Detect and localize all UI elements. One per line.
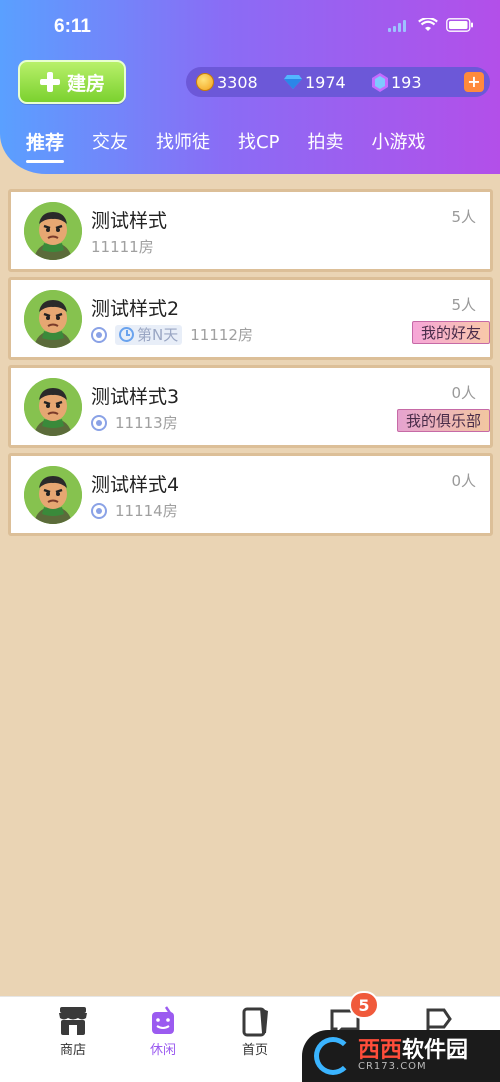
message-badge: 5 bbox=[349, 991, 379, 1019]
avatar bbox=[24, 202, 82, 260]
room-user-count: 5人 bbox=[451, 296, 476, 314]
coin-balance: 3308 bbox=[196, 73, 284, 92]
diamond-balance: 1974 bbox=[284, 73, 372, 92]
room-type-icon bbox=[91, 326, 107, 343]
tab-mini-games[interactable]: 小游戏 bbox=[371, 128, 425, 154]
avatar bbox=[24, 466, 82, 524]
category-tabs: 推荐 交友 找师徒 找CP 拍卖 小游戏 bbox=[26, 128, 453, 163]
watermark-text: 西西软件园 CR173.COM bbox=[358, 1039, 468, 1073]
watermark-icon bbox=[314, 1037, 352, 1075]
room-type-icon bbox=[91, 502, 107, 519]
tab-recommend[interactable]: 推荐 bbox=[26, 128, 65, 163]
room-meta: 11114房 bbox=[91, 500, 178, 521]
room-card[interactable]: 测试样式4 0人 11114房 bbox=[8, 453, 493, 536]
nav-home-label: 首页 bbox=[241, 1043, 268, 1058]
home-icon bbox=[238, 1005, 272, 1037]
room-meta: 第N天 11112房 bbox=[91, 324, 253, 345]
room-title: 测试样式2 bbox=[91, 298, 180, 320]
tab-auction[interactable]: 拍卖 bbox=[307, 128, 343, 154]
battery-icon bbox=[446, 17, 474, 36]
nav-shop[interactable]: 商店 bbox=[43, 1005, 103, 1058]
build-room-label: 建房 bbox=[66, 72, 105, 95]
room-type-icon bbox=[91, 414, 107, 431]
nav-home[interactable]: 首页 bbox=[225, 1005, 285, 1058]
room-user-count: 5人 bbox=[451, 208, 476, 226]
diamond-icon bbox=[284, 75, 302, 89]
drink-icon bbox=[146, 1005, 180, 1037]
gem-amount: 193 bbox=[391, 72, 422, 92]
wifi-icon bbox=[418, 16, 438, 36]
days-badge: 第N天 bbox=[115, 324, 183, 345]
watermark-sub: CR173.COM bbox=[358, 1061, 427, 1073]
room-user-count: 0人 bbox=[451, 384, 476, 402]
coin-amount: 3308 bbox=[217, 72, 258, 92]
top-header: 6:11 建房 3308 1974 193 + 推荐 交友 找师徒 找CP 拍卖… bbox=[0, 0, 500, 174]
tab-find-mentor[interactable]: 找师徒 bbox=[156, 128, 210, 154]
nav-leisure-label: 休闲 bbox=[149, 1043, 176, 1058]
days-label: 第N天 bbox=[137, 326, 179, 344]
diamond-amount: 1974 bbox=[305, 72, 346, 92]
gem-icon bbox=[372, 72, 388, 92]
room-meta: 11111房 bbox=[91, 236, 154, 257]
room-number: 11113房 bbox=[115, 414, 178, 432]
room-user-count: 0人 bbox=[451, 472, 476, 490]
tab-find-cp[interactable]: 找CP bbox=[238, 128, 279, 154]
watermark-main-a: 西西 bbox=[358, 1038, 403, 1064]
my-friend-tag: 我的好友 bbox=[411, 321, 490, 344]
room-title: 测试样式 bbox=[91, 210, 168, 232]
plus-icon bbox=[39, 71, 61, 93]
room-card[interactable]: 测试样式3 0人 11113房 我的俱乐部 bbox=[8, 365, 493, 448]
room-title: 测试样式4 bbox=[91, 474, 180, 496]
shop-icon bbox=[56, 1005, 90, 1037]
room-title: 测试样式3 bbox=[91, 386, 180, 408]
signal-icon bbox=[388, 17, 410, 36]
gem-balance: 193 bbox=[372, 72, 460, 92]
my-club-tag: 我的俱乐部 bbox=[396, 409, 490, 432]
room-number: 11112房 bbox=[190, 326, 253, 344]
tab-make-friends[interactable]: 交友 bbox=[92, 128, 128, 154]
room-card[interactable]: 测试样式2 5人 第N天 11112房 我的好友 bbox=[8, 277, 493, 360]
coin-icon bbox=[196, 73, 214, 91]
nav-shop-label: 商店 bbox=[59, 1043, 86, 1058]
watermark-logo: 西西软件园 CR173.COM bbox=[302, 1030, 500, 1082]
currency-bar: 3308 1974 193 + bbox=[186, 67, 490, 97]
room-card[interactable]: 测试样式 5人 11111房 bbox=[8, 189, 493, 272]
recharge-add-button[interactable]: + bbox=[464, 72, 484, 92]
room-meta: 11113房 bbox=[91, 412, 178, 433]
watermark-main-b: 软件园 bbox=[402, 1038, 469, 1064]
status-time: 6:11 bbox=[54, 16, 91, 37]
room-number: 11111房 bbox=[91, 238, 154, 256]
status-icons bbox=[388, 16, 474, 36]
avatar bbox=[24, 378, 82, 436]
build-room-button[interactable]: 建房 bbox=[18, 60, 126, 104]
nav-leisure[interactable]: 休闲 bbox=[133, 1005, 193, 1058]
avatar bbox=[24, 290, 82, 348]
room-number: 11114房 bbox=[115, 502, 178, 520]
clock-icon bbox=[119, 327, 134, 342]
